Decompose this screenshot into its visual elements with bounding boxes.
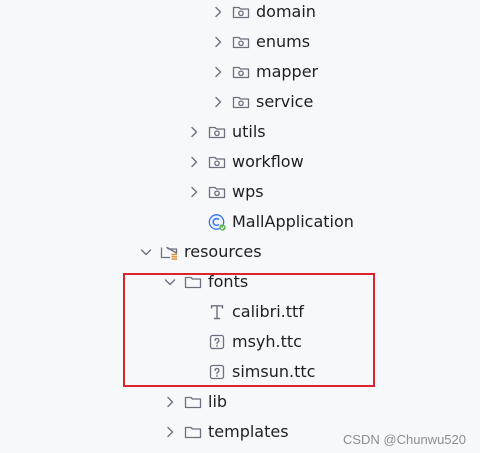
unknown-file-icon [207,362,227,382]
tree-node-mallapplication[interactable]: MallApplication [0,207,480,237]
tree-node-msyh-ttc[interactable]: msyh.ttc [0,327,480,357]
package-folder-icon [207,152,227,172]
tree-node-simsun-ttc[interactable]: simsun.ttc [0,357,480,387]
chevron-right-icon[interactable] [185,153,203,171]
folder-icon [183,392,203,412]
tree-node-utils[interactable]: utils [0,117,480,147]
package-folder-icon [207,182,227,202]
package-folder-icon [231,32,251,52]
tree-node-workflow[interactable]: workflow [0,147,480,177]
chevron-right-icon[interactable] [209,63,227,81]
tree-node-label: lib [208,392,228,411]
tree-node-label: templates [208,422,289,441]
project-tree: domain enums mapper service utils workflow wps… [0,0,480,453]
chevron-right-icon[interactable] [185,123,203,141]
tree-node-mapper[interactable]: mapper [0,57,480,87]
tree-node-label: simsun.ttc [232,362,316,381]
tree-node-domain[interactable]: domain [0,0,480,27]
chevron-right-icon[interactable] [209,93,227,111]
tree-node-fonts[interactable]: fonts [0,267,480,297]
spring-boot-class-icon [207,212,227,232]
tree-node-label: utils [232,122,266,141]
tree-node-calibri-ttf[interactable]: calibri.ttf [0,297,480,327]
tree-node-label: domain [256,2,316,21]
tree-node-label: msyh.ttc [232,332,302,351]
tree-node-service[interactable]: service [0,87,480,117]
tree-node-lib[interactable]: lib [0,387,480,417]
package-folder-icon [207,122,227,142]
tree-node-label: workflow [232,152,304,171]
tree-node-label: fonts [208,272,249,291]
chevron-right-icon[interactable] [161,393,179,411]
tree-node-resources[interactable]: resources [0,237,480,267]
chevron-right-icon[interactable] [209,33,227,51]
tree-node-label: calibri.ttf [232,302,304,321]
package-folder-icon [231,2,251,22]
resources-folder-icon [159,242,179,262]
unknown-file-icon [207,332,227,352]
font-file-icon [207,302,227,322]
tree-node-label: service [256,92,314,111]
tree-node-wps[interactable]: wps [0,177,480,207]
chevron-down-icon[interactable] [137,243,155,261]
tree-node-label: wps [232,182,264,201]
tree-node-label: resources [184,242,262,261]
tree-node-label: enums [256,32,311,51]
watermark: CSDN @Chunwu520 [342,432,466,447]
tree-node-enums[interactable]: enums [0,27,480,57]
folder-icon [183,272,203,292]
tree-node-label: MallApplication [232,212,354,231]
chevron-down-icon[interactable] [161,273,179,291]
package-folder-icon [231,92,251,112]
tree-node-label: mapper [256,62,319,81]
folder-icon [183,422,203,442]
package-folder-icon [231,62,251,82]
chevron-right-icon[interactable] [209,3,227,21]
chevron-right-icon[interactable] [185,183,203,201]
chevron-right-icon[interactable] [161,423,179,441]
